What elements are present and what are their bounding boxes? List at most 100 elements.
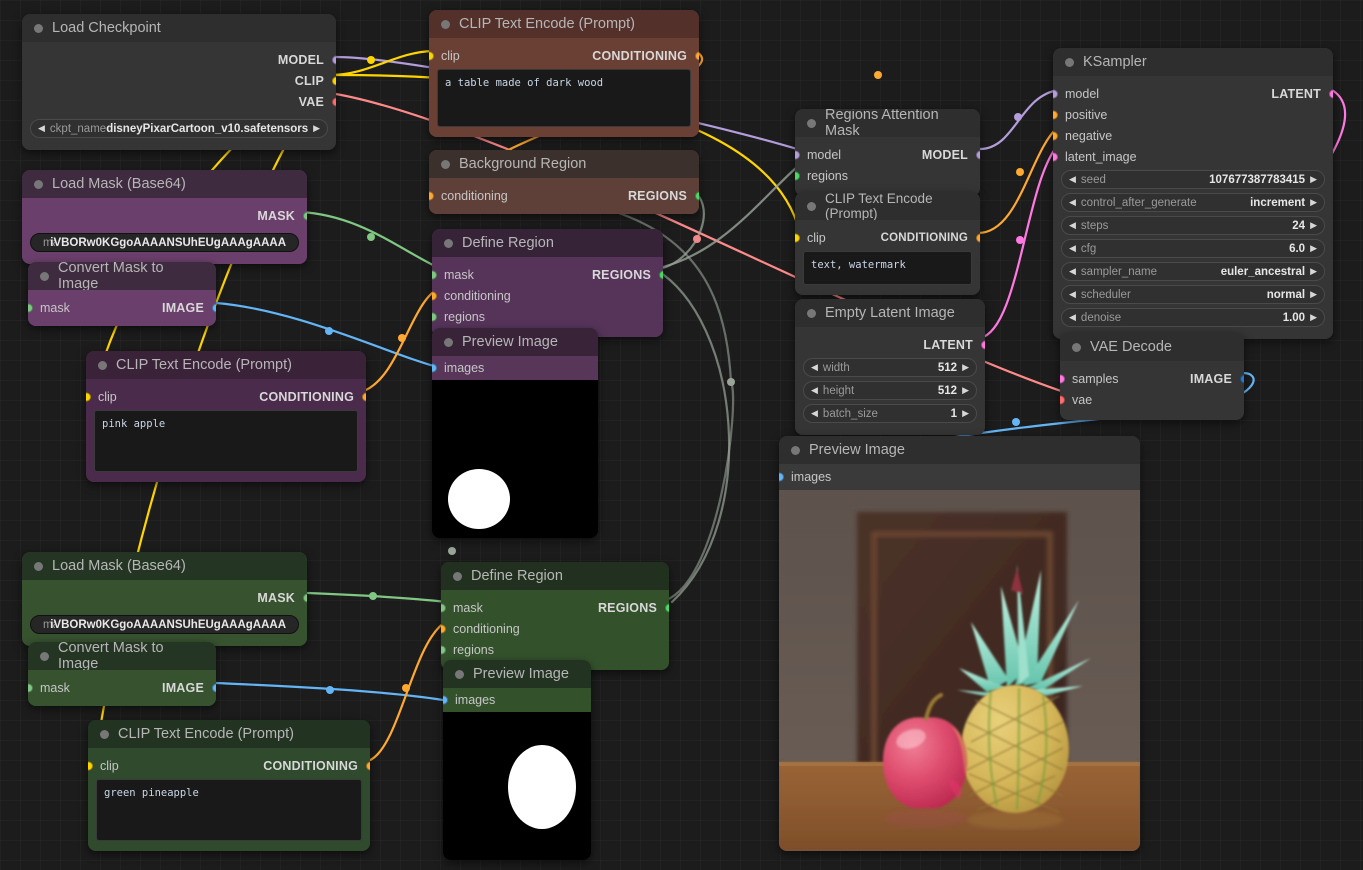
widget-value[interactable]: iVBORw0KGgoAAAANSUhEUgAAAgAAAA xyxy=(50,237,286,249)
port-regions-in[interactable] xyxy=(441,646,446,655)
node-clip-text-encode-pineapple[interactable]: CLIP Text Encode (Prompt) clip CONDITION… xyxy=(88,720,370,851)
port-clip[interactable] xyxy=(795,234,800,243)
widget-ckpt-name[interactable]: ◀ ckpt_name disneyPixarCartoon_v10.safet… xyxy=(30,119,328,138)
port-conditioning[interactable] xyxy=(366,762,371,771)
port-regions[interactable] xyxy=(795,172,800,181)
slot-row[interactable]: clip CONDITIONING xyxy=(88,757,370,775)
port-images[interactable] xyxy=(779,473,784,482)
port-conditioning[interactable] xyxy=(976,234,981,243)
node-define-region-apple[interactable]: Define Region mask REGIONS conditioning … xyxy=(432,229,663,337)
node-regions-attention-mask[interactable]: Regions Attention Mask model MODEL regio… xyxy=(795,109,980,196)
collapse-dot-icon[interactable] xyxy=(441,160,450,169)
output-slot-vae[interactable]: VAE xyxy=(22,93,336,111)
output-slot-mask[interactable]: MASK xyxy=(22,589,307,607)
input-slot-images[interactable]: images xyxy=(779,464,1140,490)
input-slot-regions[interactable]: regions xyxy=(441,641,669,659)
slot-row[interactable]: samples IMAGE xyxy=(1060,370,1244,388)
node-title-bar[interactable]: Convert Mask to Image xyxy=(28,642,216,670)
widget-value[interactable]: 6.0 xyxy=(1289,243,1305,255)
node-background-region[interactable]: Background Region conditioning REGIONS xyxy=(429,150,699,214)
next-arrow-icon[interactable]: ▶ xyxy=(962,409,969,418)
widget-sampler-name[interactable]: ◀ sampler_name euler_ancestral ▶ xyxy=(1061,262,1325,281)
collapse-dot-icon[interactable] xyxy=(34,562,43,571)
output-slot-model[interactable]: MODEL xyxy=(22,51,336,69)
prev-arrow-icon[interactable]: ◀ xyxy=(1069,290,1076,299)
node-ksampler[interactable]: KSampler model LATENT positive negative … xyxy=(1053,48,1333,339)
port-image[interactable] xyxy=(1240,375,1245,384)
node-clip-text-encode-background[interactable]: CLIP Text Encode (Prompt) clip CONDITION… xyxy=(429,10,699,137)
collapse-dot-icon[interactable] xyxy=(444,239,453,248)
port-image[interactable] xyxy=(212,684,217,693)
widget-value[interactable]: 107677387783415 xyxy=(1209,174,1305,186)
collapse-dot-icon[interactable] xyxy=(40,652,49,661)
node-empty-latent-image[interactable]: Empty Latent Image LATENT ◀ width 512 ▶ … xyxy=(795,299,985,435)
widget-mask-base64[interactable]: mask iVBORw0KGgoAAAANSUhEUgAAAgAAAA xyxy=(30,233,299,252)
preview-image-area[interactable] xyxy=(432,380,598,538)
widget-value[interactable]: normal xyxy=(1267,289,1305,301)
widget-value[interactable]: 512 xyxy=(938,362,957,374)
port-model-out[interactable] xyxy=(976,151,981,160)
widget-steps[interactable]: ◀ steps 24 ▶ xyxy=(1061,216,1325,235)
port-clip[interactable] xyxy=(429,52,434,61)
port-conditioning[interactable] xyxy=(432,292,437,301)
next-arrow-icon[interactable]: ▶ xyxy=(1310,290,1317,299)
node-convert-mask-to-image-apple[interactable]: Convert Mask to Image mask IMAGE xyxy=(28,262,216,326)
preview-image-area[interactable] xyxy=(443,712,591,860)
output-slot-latent[interactable]: LATENT xyxy=(795,336,985,354)
prev-arrow-icon[interactable]: ◀ xyxy=(1069,198,1076,207)
prev-arrow-icon[interactable]: ◀ xyxy=(1069,244,1076,253)
next-arrow-icon[interactable]: ▶ xyxy=(1310,175,1317,184)
node-title-bar[interactable]: KSampler xyxy=(1053,48,1333,76)
port-regions[interactable] xyxy=(695,192,700,201)
collapse-dot-icon[interactable] xyxy=(444,338,453,347)
node-title-bar[interactable]: Background Region xyxy=(429,150,699,178)
widget-value[interactable]: 24 xyxy=(1292,220,1305,232)
node-title-bar[interactable]: Load Mask (Base64) xyxy=(22,170,307,198)
port-vae[interactable] xyxy=(332,98,337,107)
port-regions-out[interactable] xyxy=(659,271,664,280)
port-vae[interactable] xyxy=(1060,396,1065,405)
node-load-mask-base64-apple[interactable]: Load Mask (Base64) MASK mask iVBORw0KGgo… xyxy=(22,170,307,264)
port-regions-out[interactable] xyxy=(665,604,670,613)
collapse-dot-icon[interactable] xyxy=(807,309,816,318)
widget-batch-size[interactable]: ◀ batch_size 1 ▶ xyxy=(803,404,977,423)
collapse-dot-icon[interactable] xyxy=(441,20,450,29)
port-latent[interactable] xyxy=(981,341,986,350)
prompt-textarea[interactable]: a table made of dark wood xyxy=(437,69,691,127)
widget-mask-base64[interactable]: mask iVBORw0KGgoAAAANSUhEUgAAAgAAAA xyxy=(30,615,299,634)
port-model-in[interactable] xyxy=(795,151,800,160)
collapse-dot-icon[interactable] xyxy=(791,446,800,455)
input-slot-negative[interactable]: negative xyxy=(1053,127,1333,145)
input-slot-regions[interactable]: regions xyxy=(795,167,980,185)
input-slot-images[interactable]: images xyxy=(443,688,591,712)
collapse-dot-icon[interactable] xyxy=(807,202,816,211)
widget-value[interactable]: euler_ancestral xyxy=(1221,266,1305,278)
input-slot-latent-image[interactable]: latent_image xyxy=(1053,148,1333,166)
node-clip-text-encode-negative[interactable]: CLIP Text Encode (Prompt) clip CONDITION… xyxy=(795,192,980,295)
slot-row[interactable]: mask IMAGE xyxy=(28,299,216,317)
prompt-textarea[interactable]: green pineapple xyxy=(96,779,362,841)
output-slot-mask[interactable]: MASK xyxy=(22,207,307,225)
port-images[interactable] xyxy=(432,364,437,373)
node-load-mask-base64-pineapple[interactable]: Load Mask (Base64) MASK mask iVBORw0KGgo… xyxy=(22,552,307,646)
slot-row[interactable]: model MODEL xyxy=(795,146,980,164)
port-latent-image[interactable] xyxy=(1053,153,1058,162)
node-title-bar[interactable]: Regions Attention Mask xyxy=(795,109,980,137)
node-title-bar[interactable]: VAE Decode xyxy=(1060,333,1244,361)
port-negative[interactable] xyxy=(1053,132,1058,141)
port-mask[interactable] xyxy=(441,604,446,613)
port-clip[interactable] xyxy=(332,77,337,86)
prev-arrow-icon[interactable]: ◀ xyxy=(1069,313,1076,322)
port-positive[interactable] xyxy=(1053,111,1058,120)
collapse-dot-icon[interactable] xyxy=(455,670,464,679)
collapse-dot-icon[interactable] xyxy=(453,572,462,581)
port-mask[interactable] xyxy=(432,271,437,280)
port-clip[interactable] xyxy=(88,762,93,771)
prev-arrow-icon[interactable]: ◀ xyxy=(1069,221,1076,230)
node-vae-decode[interactable]: VAE Decode samples IMAGE vae xyxy=(1060,333,1244,420)
collapse-dot-icon[interactable] xyxy=(34,24,43,33)
next-arrow-icon[interactable]: ▶ xyxy=(1310,244,1317,253)
prev-arrow-icon[interactable]: ◀ xyxy=(38,124,45,133)
widget-value[interactable]: 1 xyxy=(951,408,957,420)
node-title-bar[interactable]: Empty Latent Image xyxy=(795,299,985,327)
